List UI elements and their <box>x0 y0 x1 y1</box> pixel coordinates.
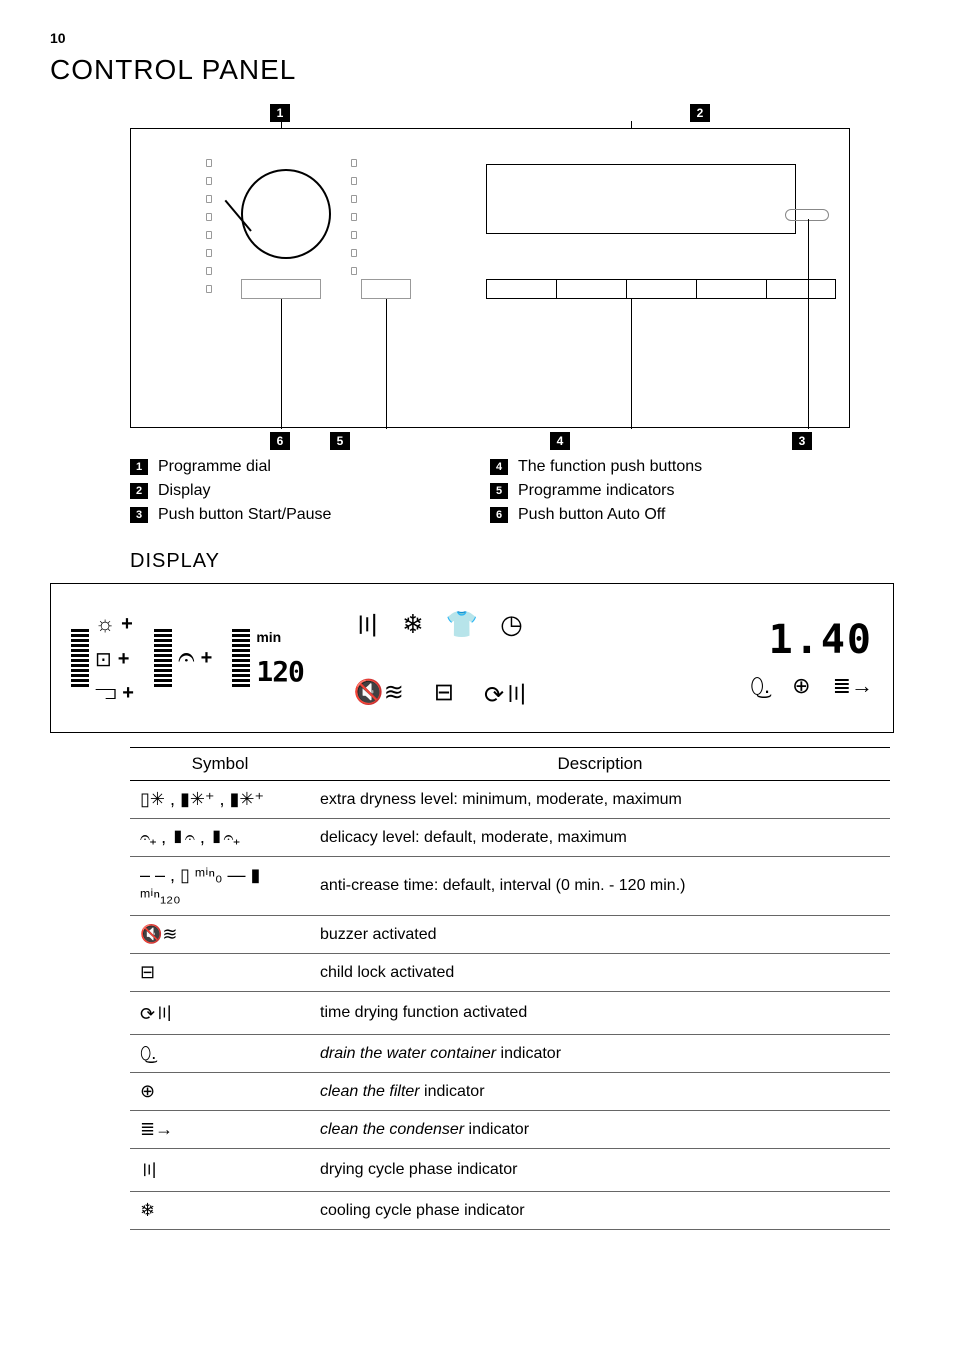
clean-filter-icon: ⊕ <box>792 673 810 699</box>
description-cell: drain the water container indicator <box>310 1035 890 1073</box>
callout-3: 3 <box>792 432 812 450</box>
description-cell: cooling cycle phase indicator <box>310 1192 890 1230</box>
symbol-cell: ⊕ <box>130 1073 310 1111</box>
symbol-cell: ⬯͜. <box>130 1035 310 1073</box>
th-symbol: Symbol <box>130 748 310 781</box>
legend-badge-4: 4 <box>490 459 508 475</box>
table-row: ⬯͜.drain the water container indicator <box>130 1035 890 1073</box>
dial-indicators-right <box>351 159 357 275</box>
symbol-cell: ⟳〣 <box>130 992 310 1035</box>
anticrease-icon: ⫎ <box>95 682 116 705</box>
buzzer-icon: 🔇≋ <box>354 678 404 707</box>
legend-badge-2: 2 <box>130 483 148 499</box>
page-number: 10 <box>50 30 894 46</box>
symbol-cell: 〣 <box>130 1149 310 1192</box>
plus-icon: + <box>118 648 130 671</box>
plus-icon: + <box>201 647 213 670</box>
table-row: – – , ▯ ᵐⁱⁿ₀ — ▮ ᵐⁱⁿ₁₂₀anti-crease time:… <box>130 857 890 916</box>
drying-phase-icon: 〣 <box>354 606 380 643</box>
table-row: ⟳〣time drying function activated <box>130 992 890 1035</box>
level-bar-icon <box>232 629 250 687</box>
programme-indicator-box <box>361 279 411 299</box>
legend-label-5: Programme indicators <box>518 482 675 500</box>
description-cell: drying cycle phase indicator <box>310 1149 890 1192</box>
clock-icon: ◷ <box>500 609 523 640</box>
description-cell: delicacy level: default, moderate, maxim… <box>310 819 890 857</box>
callout-4: 4 <box>550 432 570 450</box>
auto-off-button <box>241 279 321 299</box>
symbol-cell: ≣→ <box>130 1111 310 1149</box>
description-cell: extra dryness level: minimum, moderate, … <box>310 781 890 819</box>
dial-indicators-left <box>206 159 212 293</box>
symbol-cell: ▯✳ , ▮✳⁺ , ▮✳⁺ <box>130 781 310 819</box>
symbol-cell: ❄︎ <box>130 1192 310 1230</box>
callout-2: 2 <box>690 104 710 122</box>
legend-badge-1: 1 <box>130 459 148 475</box>
time-drying-icon: ⟳〣 <box>484 675 528 710</box>
display-section-title: DISPLAY <box>130 550 894 573</box>
cooling-phase-icon: ❄︎ <box>402 609 424 640</box>
table-row: ▯✳ , ▮✳⁺ , ▮✳⁺extra dryness level: minim… <box>130 781 890 819</box>
display-area <box>486 164 796 234</box>
legend-label-2: Display <box>158 482 210 500</box>
min-label: min <box>256 629 281 645</box>
symbol-cell: – – , ▯ ᵐⁱⁿ₀ — ▮ ᵐⁱⁿ₁₂₀ <box>130 857 310 916</box>
symbol-cell: 🔇≋ <box>130 916 310 954</box>
legend-label-6: Push button Auto Off <box>518 506 665 524</box>
shirt-icon: 👕 <box>446 609 478 640</box>
min-value: 120 <box>256 655 304 688</box>
description-cell: clean the condenser indicator <box>310 1111 890 1149</box>
callout-5: 5 <box>330 432 350 450</box>
description-cell: child lock activated <box>310 954 890 992</box>
time-remaining: 1.40 <box>769 617 873 663</box>
symbol-cell: ⊟ <box>130 954 310 992</box>
legend: 1 Programme dial 2 Display 3 Push button St… <box>130 458 850 524</box>
display-example: ☼+ ⊡+ ⫎+ 𝄐+ min 120 〣 ❄︎ 👕 ◷ 🔇≋ ⊟ ⟳〣 <box>50 583 894 733</box>
description-cell: buzzer activated <box>310 916 890 954</box>
start-pause-button <box>785 209 829 221</box>
programme-dial <box>241 169 331 259</box>
level-bar-icon <box>71 629 89 687</box>
symbol-cell: 𝄐₊ , ▮𝄐 , ▮𝄐₊ <box>130 819 310 857</box>
callout-row-top: 1 2 <box>130 104 850 128</box>
function-buttons <box>486 279 836 299</box>
callout-6: 6 <box>270 432 290 450</box>
legend-label-3: Push button Start/Pause <box>158 506 331 524</box>
legend-badge-5: 5 <box>490 483 508 499</box>
description-cell: anti-crease time: default, interval (0 m… <box>310 857 890 916</box>
square-dots-icon: ⊡ <box>95 647 112 672</box>
description-cell: clean the filter indicator <box>310 1073 890 1111</box>
table-row: ⊕clean the filter indicator <box>130 1073 890 1111</box>
page-title: CONTROL PANEL <box>50 54 894 86</box>
legend-badge-3: 3 <box>130 507 148 523</box>
callout-1: 1 <box>270 104 290 122</box>
legend-label-1: Programme dial <box>158 458 271 476</box>
table-row: ≣→clean the condenser indicator <box>130 1111 890 1149</box>
clean-condenser-icon: ≣→ <box>833 673 873 699</box>
table-row: 𝄐₊ , ▮𝄐 , ▮𝄐₊delicacy level: default, mo… <box>130 819 890 857</box>
symbol-table: Symbol Description ▯✳ , ▮✳⁺ , ▮✳⁺extra d… <box>130 747 890 1230</box>
description-cell: time drying function activated <box>310 992 890 1035</box>
child-lock-icon: ⊟ <box>434 678 454 707</box>
callout-row-bottom: 6 5 4 3 <box>130 428 850 448</box>
control-panel-diagram <box>130 128 850 428</box>
table-row: ❄︎cooling cycle phase indicator <box>130 1192 890 1230</box>
legend-label-4: The function push buttons <box>518 458 702 476</box>
table-row: 🔇≋buzzer activated <box>130 916 890 954</box>
plus-icon: + <box>121 613 133 636</box>
sun-icon: ☼ <box>95 611 115 637</box>
th-description: Description <box>310 748 890 781</box>
plus-icon: + <box>122 682 134 705</box>
legend-badge-6: 6 <box>490 507 508 523</box>
table-row: ⊟child lock activated <box>130 954 890 992</box>
drain-water-icon: ⬯͜. <box>750 673 770 699</box>
delicacy-icon: 𝄐 <box>178 641 195 675</box>
level-bar-icon <box>154 629 172 687</box>
table-row: 〣drying cycle phase indicator <box>130 1149 890 1192</box>
